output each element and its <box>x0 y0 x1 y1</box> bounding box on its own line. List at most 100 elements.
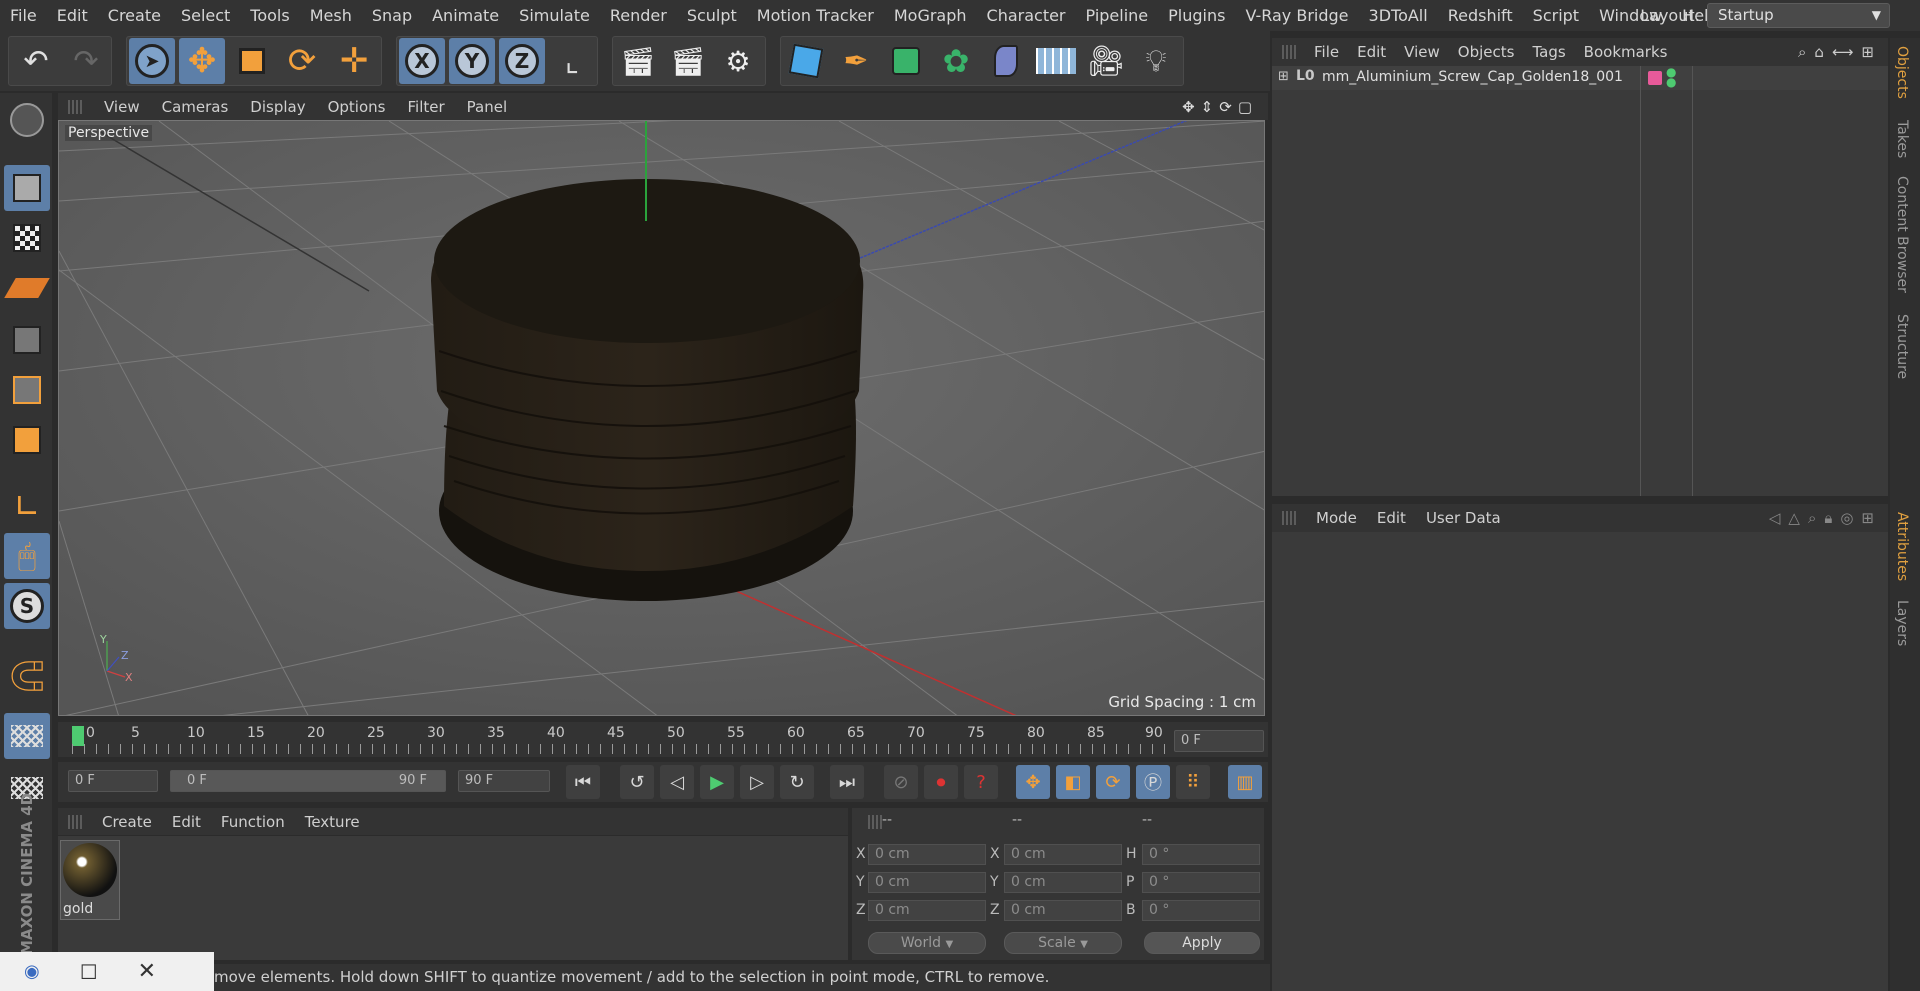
make-editable-button[interactable] <box>4 97 50 143</box>
size-x-field[interactable]: 0 cm <box>1004 844 1122 865</box>
viewport-menu-panel[interactable]: Panel <box>467 98 507 116</box>
timeline-ruler[interactable]: 0 5 10 15 20 25 30 35 40 45 50 55 60 65 … <box>58 722 1268 757</box>
pos-z-field[interactable]: 0 cm <box>868 900 986 921</box>
key-scale-button[interactable]: ◧ <box>1056 765 1090 799</box>
workplane-mode-button[interactable] <box>4 265 50 311</box>
menu-pipeline[interactable]: Pipeline <box>1076 6 1159 25</box>
pos-y-field[interactable]: 0 cm <box>868 872 986 893</box>
axis-mode-button[interactable]: ∟ <box>4 483 50 529</box>
go-to-end-button[interactable]: ⏭ <box>830 765 864 799</box>
tweak-mode-button[interactable]: 🖱︎ <box>4 533 50 579</box>
material-menu-function[interactable]: Function <box>221 813 285 831</box>
visibility-dots-icon[interactable]: ● ● <box>1666 66 1676 88</box>
rotate-tool-button[interactable]: ⟳ <box>279 38 325 84</box>
next-key-button[interactable]: ↻ <box>780 765 814 799</box>
cube-button[interactable] <box>783 38 829 84</box>
key-rotation-button[interactable]: ⟳ <box>1096 765 1130 799</box>
material-item[interactable]: gold <box>60 840 120 920</box>
redo-button[interactable]: ↷ <box>63 38 109 84</box>
material-menu-texture[interactable]: Texture <box>305 813 360 831</box>
menu-sculpt[interactable]: Sculpt <box>677 6 747 25</box>
pos-x-field[interactable]: 0 cm <box>868 844 986 865</box>
menu-script[interactable]: Script <box>1523 6 1589 25</box>
object-menu-edit[interactable]: Edit <box>1357 43 1386 61</box>
menu-create[interactable]: Create <box>98 6 171 25</box>
object-menu-objects[interactable]: Objects <box>1458 43 1515 61</box>
current-frame-field[interactable]: 0 F <box>1174 730 1264 752</box>
size-mode-select[interactable]: Scale ▼ <box>1004 932 1122 954</box>
menu-render[interactable]: Render <box>600 6 677 25</box>
solo-mode-button[interactable]: S <box>4 583 50 629</box>
menu-file[interactable]: File <box>0 6 47 25</box>
menu-snap[interactable]: Snap <box>362 6 422 25</box>
menu-character[interactable]: Character <box>977 6 1076 25</box>
object-menu-view[interactable]: View <box>1404 43 1440 61</box>
tab-structure[interactable]: Structure <box>1894 314 1910 379</box>
move-tool-button[interactable]: ✥ <box>179 38 225 84</box>
lock-workplane-button[interactable] <box>4 713 50 759</box>
expand-icon[interactable]: ⊞ <box>1278 69 1289 84</box>
maximize-icon[interactable]: ☐ <box>80 960 98 984</box>
model-mode-button[interactable] <box>4 165 50 211</box>
viewport-menu-filter[interactable]: Filter <box>407 98 444 116</box>
material-menu-create[interactable]: Create <box>102 813 152 831</box>
end-frame-field[interactable]: 90 F <box>458 770 550 792</box>
previous-frame-button[interactable]: ◁ <box>660 765 694 799</box>
y-axis-button[interactable]: Y <box>449 38 495 84</box>
camera-button[interactable]: 🎥︎ <box>1083 38 1129 84</box>
rot-b-field[interactable]: 0 ° <box>1142 900 1260 921</box>
render-view-button[interactable]: 🎬︎ <box>615 38 661 84</box>
size-y-field[interactable]: 0 cm <box>1004 872 1122 893</box>
tab-content-browser[interactable]: Content Browser <box>1894 176 1910 293</box>
start-frame-field[interactable]: 0 F <box>68 770 158 792</box>
autokey-button[interactable]: ⏺ <box>924 765 958 799</box>
floor-button[interactable] <box>1033 38 1079 84</box>
apply-button[interactable]: Apply <box>1144 932 1260 954</box>
keyframe-selection-button[interactable]: ? <box>964 765 998 799</box>
tab-attributes[interactable]: Attributes <box>1894 512 1910 581</box>
scale-tool-button[interactable] <box>229 38 275 84</box>
menu-edit[interactable]: Edit <box>47 6 98 25</box>
texture-mode-button[interactable] <box>4 215 50 261</box>
coordinate-space-select[interactable]: World ▼ <box>868 932 986 954</box>
menu-mograph[interactable]: MoGraph <box>884 6 977 25</box>
menu-3dtoall[interactable]: 3DToAll <box>1359 6 1438 25</box>
viewport-menu-options[interactable]: Options <box>328 98 386 116</box>
attributes-menu-mode[interactable]: Mode <box>1316 509 1357 527</box>
object-manager-nav-icons[interactable]: ⌕⌂⟷⊞ <box>1798 43 1882 61</box>
viewport-menu-cameras[interactable]: Cameras <box>162 98 229 116</box>
attributes-nav-icons[interactable]: ◁△⌕🔒︎◎⊞ <box>1769 509 1882 527</box>
menu-redshift[interactable]: Redshift <box>1438 6 1523 25</box>
play-button[interactable]: ▶ <box>700 765 734 799</box>
material-tag-icon[interactable] <box>1648 71 1662 85</box>
timeline-button[interactable]: ▥ <box>1228 765 1262 799</box>
menu-select[interactable]: Select <box>171 6 240 25</box>
close-icon[interactable]: ✕ <box>138 959 156 984</box>
render-settings-button[interactable]: ⚙ <box>715 38 761 84</box>
frame-range-slider[interactable]: 0 F 90 F <box>170 770 446 792</box>
snap-toggle-button[interactable]: 🧲︎ <box>4 653 50 699</box>
record-keys-button[interactable]: ⊘ <box>884 765 918 799</box>
rot-h-field[interactable]: 0 ° <box>1142 844 1260 865</box>
undo-button[interactable]: ↶ <box>13 38 59 84</box>
previous-key-button[interactable]: ↺ <box>620 765 654 799</box>
menu-tools[interactable]: Tools <box>240 6 299 25</box>
cloner-button[interactable]: ✿ <box>933 38 979 84</box>
attributes-menu-edit[interactable]: Edit <box>1377 509 1406 527</box>
material-menu-edit[interactable]: Edit <box>172 813 201 831</box>
menu-plugins[interactable]: Plugins <box>1158 6 1235 25</box>
attributes-menu-user-data[interactable]: User Data <box>1426 509 1501 527</box>
z-axis-button[interactable]: Z <box>499 38 545 84</box>
key-position-button[interactable]: ✥ <box>1016 765 1050 799</box>
playhead-marker[interactable] <box>72 726 84 746</box>
render-picture-viewer-button[interactable]: 🎬︎ <box>665 38 711 84</box>
viewport[interactable]: Perspective Grid Spacing : 1 cm Y Z X <box>58 120 1265 716</box>
menu-motion-tracker[interactable]: Motion Tracker <box>747 6 884 25</box>
select-tool-button[interactable]: ➤ <box>129 38 175 84</box>
object-menu-tags[interactable]: Tags <box>1532 43 1565 61</box>
next-frame-button[interactable]: ▷ <box>740 765 774 799</box>
viewport-menu-display[interactable]: Display <box>250 98 305 116</box>
object-name[interactable]: mm_Aluminium_Screw_Cap_Golden18_001 <box>1322 69 1623 85</box>
menu-vray-bridge[interactable]: V-Ray Bridge <box>1235 6 1358 25</box>
menu-simulate[interactable]: Simulate <box>509 6 600 25</box>
